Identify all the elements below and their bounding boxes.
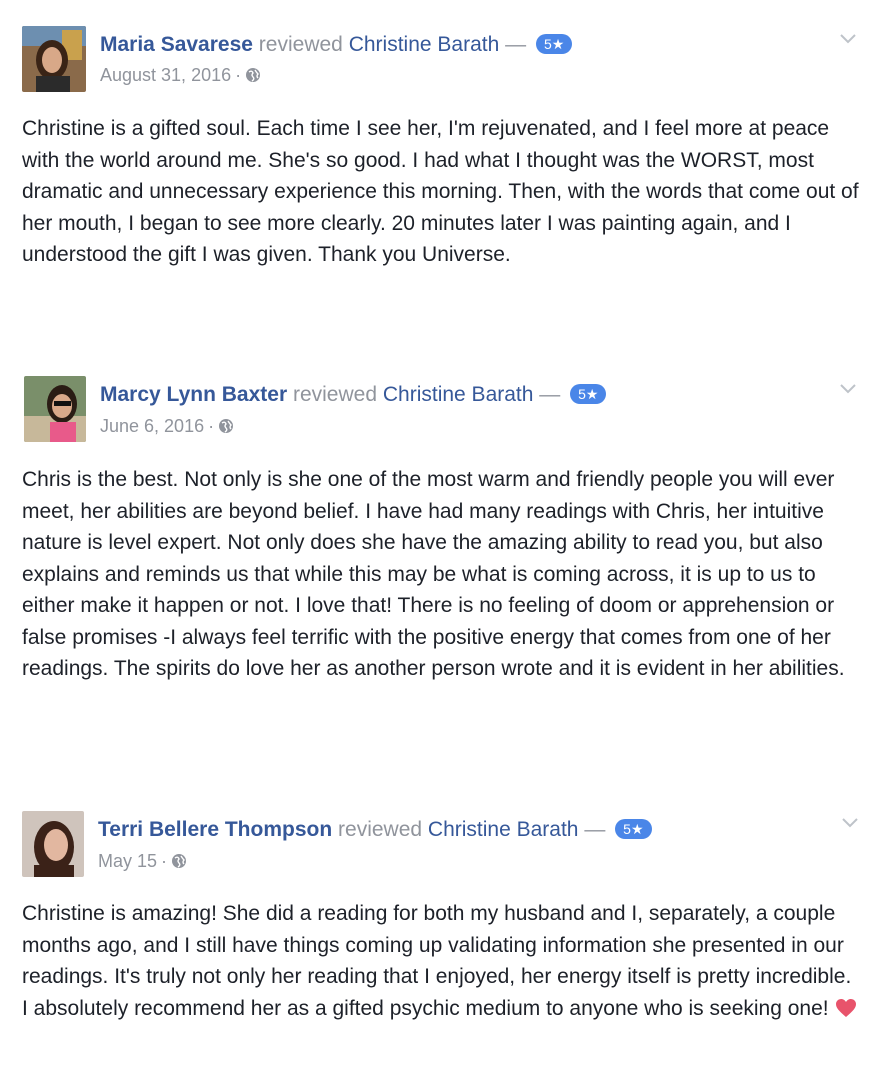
review-date-link[interactable]: June 6, 2016 xyxy=(100,416,204,436)
chevron-down-icon[interactable] xyxy=(840,34,856,44)
review-text: Christine is amazing! She did a reading … xyxy=(22,902,852,1020)
avatar[interactable] xyxy=(24,376,86,442)
reviewer-name-link[interactable]: Maria Savarese xyxy=(100,33,253,56)
dash-separator: — xyxy=(584,818,606,841)
globe-icon[interactable] xyxy=(171,853,187,869)
reviewer-name-link[interactable]: Terri Bellere Thompson xyxy=(98,818,332,841)
reviewer-name-link[interactable]: Marcy Lynn Baxter xyxy=(100,383,287,406)
reviewed-label: reviewed xyxy=(292,383,378,406)
page-name-link[interactable]: Christine Barath xyxy=(349,33,500,56)
reviewed-label: reviewed xyxy=(338,818,423,841)
review-meta: August 31, 2016 · xyxy=(100,64,261,86)
review-date-link[interactable]: August 31, 2016 xyxy=(100,65,231,85)
meta-separator: · xyxy=(208,416,215,436)
meta-separator: · xyxy=(161,851,168,871)
dash-separator: — xyxy=(505,33,527,56)
review-text: Christine is a gifted soul. Each time I … xyxy=(22,117,859,266)
review-meta: June 6, 2016 · xyxy=(100,415,234,437)
review-header: Terri Bellere Thompson reviewed Christin… xyxy=(98,817,652,843)
page-name-link[interactable]: Christine Barath xyxy=(428,818,579,841)
heart-icon xyxy=(835,998,856,1017)
dash-separator: — xyxy=(539,383,561,406)
page-name-link[interactable]: Christine Barath xyxy=(383,383,534,406)
avatar[interactable] xyxy=(22,811,84,877)
review-text-container: Christine is amazing! She did a reading … xyxy=(22,898,862,1024)
rating-badge: 5★ xyxy=(570,384,607,404)
rating-badge: 5★ xyxy=(615,819,652,839)
avatar[interactable] xyxy=(22,26,86,92)
rating-badge: 5★ xyxy=(535,34,573,54)
globe-icon[interactable] xyxy=(245,67,261,83)
chevron-down-icon[interactable] xyxy=(842,818,858,828)
review-header: Marcy Lynn Baxter reviewed Christine Bar… xyxy=(100,382,607,408)
review-date-link[interactable]: May 15 xyxy=(98,851,157,871)
reviewed-label: reviewed xyxy=(258,33,343,56)
chevron-down-icon[interactable] xyxy=(840,384,856,394)
globe-icon[interactable] xyxy=(218,418,234,434)
review-header: Maria Savarese reviewed Christine Barath… xyxy=(100,32,573,58)
review-text: Chris is the best. Not only is she one o… xyxy=(22,468,845,680)
review-meta: May 15 · xyxy=(98,850,187,872)
meta-separator: · xyxy=(235,65,242,85)
